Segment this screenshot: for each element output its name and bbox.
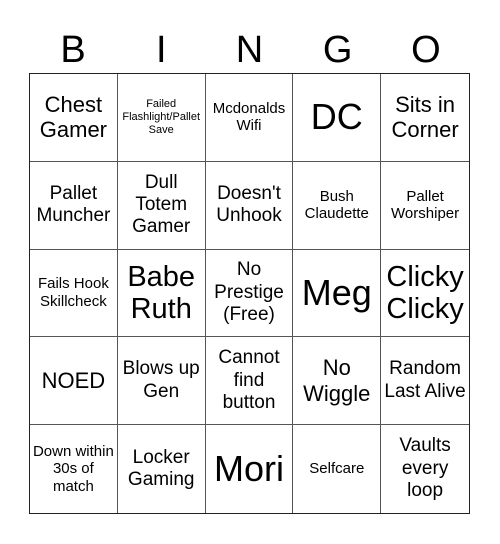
bingo-cell[interactable]: No Wiggle bbox=[293, 337, 382, 426]
bingo-cell[interactable]: Babe Ruth bbox=[117, 249, 206, 338]
bingo-cell[interactable]: Failed Flashlight/Pallet Save bbox=[117, 74, 206, 162]
bingo-cell[interactable]: Chest Gamer bbox=[30, 74, 118, 162]
bingo-cell[interactable]: Sits in Corner bbox=[381, 74, 469, 162]
bingo-cell[interactable]: Selfcare bbox=[293, 425, 382, 513]
bingo-cell[interactable]: Fails Hook Skillcheck bbox=[30, 249, 118, 338]
header-letter-b: B bbox=[60, 29, 86, 71]
bingo-cell[interactable]: Bush Claudette bbox=[293, 161, 382, 250]
bingo-header: B I N G O bbox=[29, 28, 470, 73]
bingo-cell[interactable]: Pallet Muncher bbox=[30, 161, 118, 250]
header-letter-o: O bbox=[411, 29, 441, 71]
bingo-cell[interactable]: Clicky Clicky bbox=[381, 250, 469, 338]
bingo-cell[interactable]: Pallet Worshiper bbox=[381, 162, 469, 250]
bingo-cell[interactable]: Cannot find button bbox=[205, 337, 294, 426]
bingo-cell[interactable]: Down within 30s of match bbox=[30, 425, 118, 513]
bingo-cell[interactable]: Doesn't Unhook bbox=[205, 161, 294, 250]
bingo-cell[interactable]: Locker Gaming bbox=[118, 425, 206, 513]
bingo-cell[interactable]: Mcdonalds Wifi bbox=[205, 74, 294, 162]
bingo-cell[interactable]: Vaults every loop bbox=[381, 425, 469, 513]
bingo-cell[interactable]: No Prestige (Free) bbox=[205, 249, 294, 338]
header-letter-n: N bbox=[235, 29, 264, 71]
bingo-cell[interactable]: DC bbox=[293, 74, 382, 162]
bingo-cell[interactable]: Random Last Alive bbox=[381, 337, 469, 426]
bingo-cell[interactable]: Blows up Gen bbox=[117, 337, 206, 426]
bingo-cell[interactable]: Dull Totem Gamer bbox=[117, 161, 206, 250]
bingo-cell[interactable]: NOED bbox=[30, 337, 118, 426]
header-letter-g: G bbox=[322, 29, 353, 71]
bingo-cell[interactable]: Meg bbox=[293, 249, 382, 338]
bingo-board: Chest Gamer Failed Flashlight/Pallet Sav… bbox=[29, 73, 470, 514]
bingo-cell[interactable]: Mori bbox=[206, 425, 294, 513]
header-letter-i: I bbox=[156, 29, 167, 71]
